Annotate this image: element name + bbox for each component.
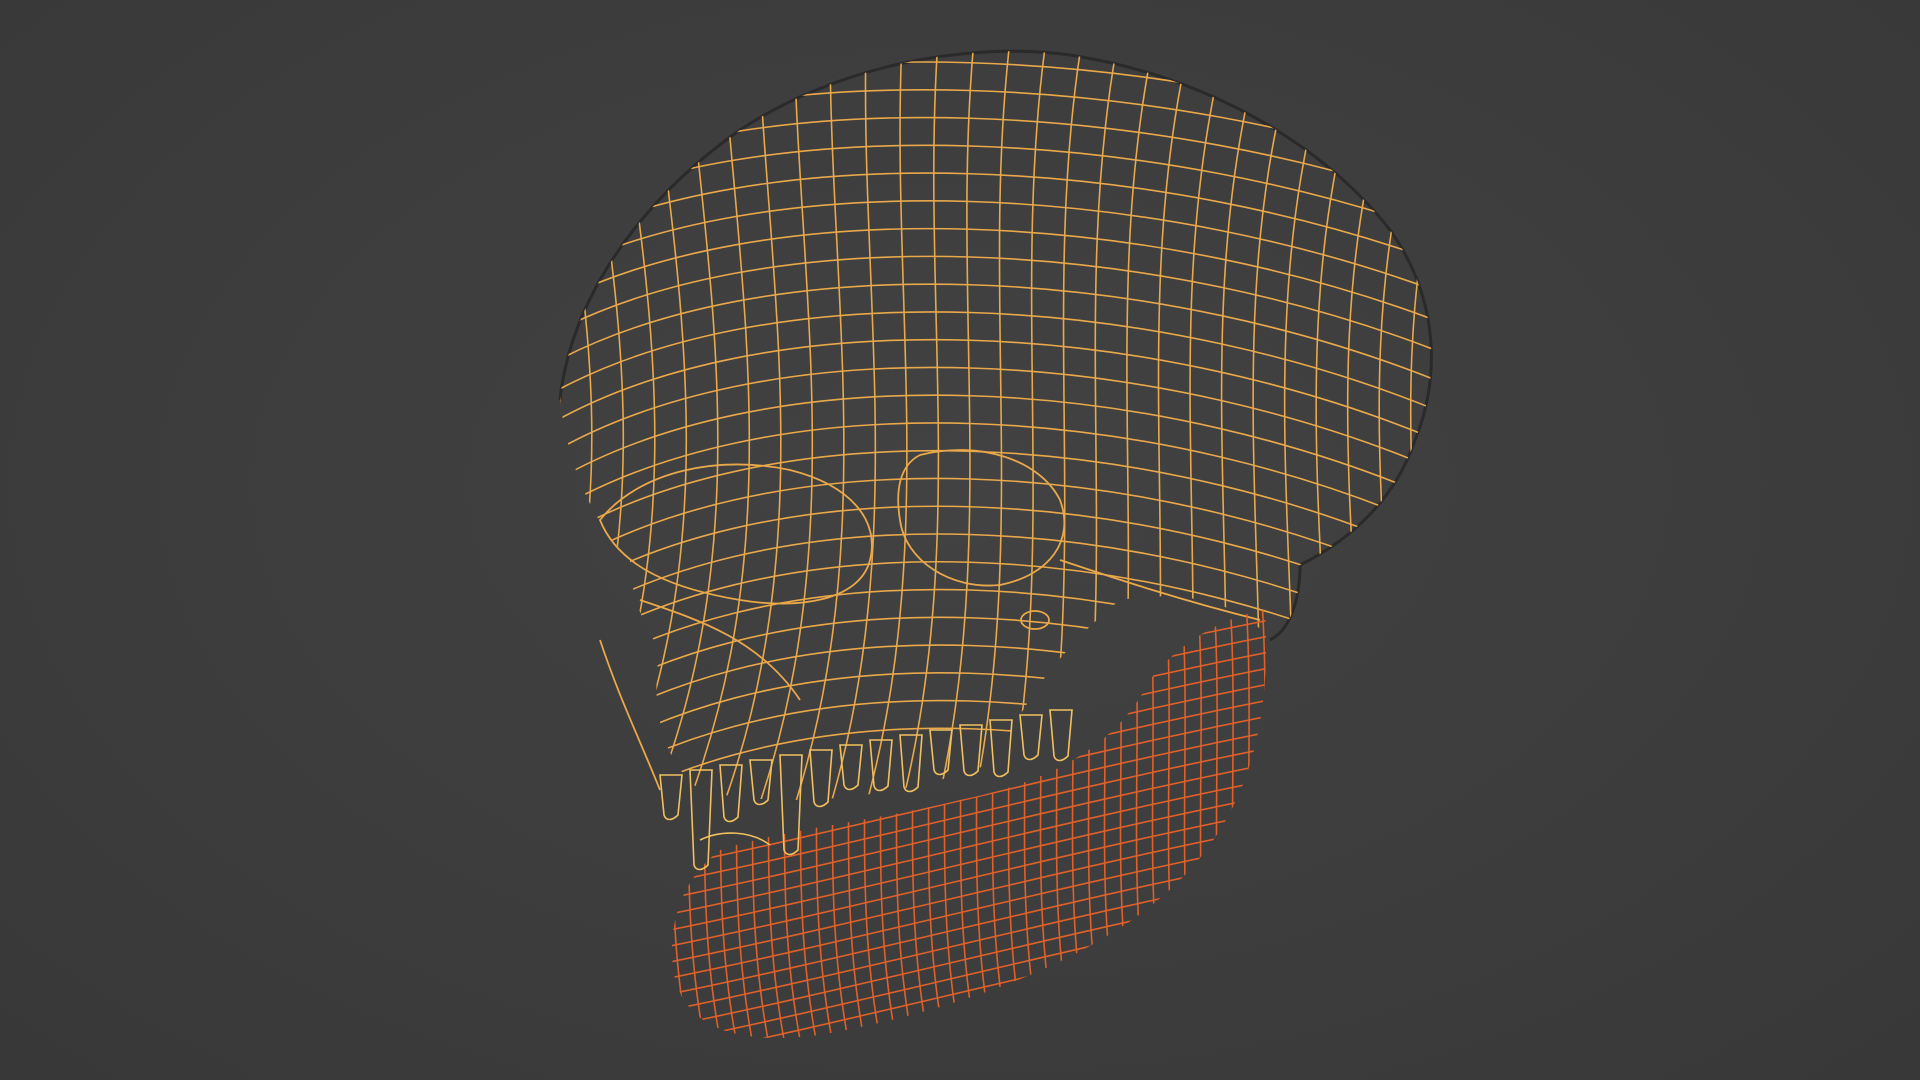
wireframe-skull-model[interactable] (0, 0, 1920, 1080)
cranium-outline (558, 49, 1433, 642)
3d-viewport[interactable] (0, 0, 1920, 1080)
mandible-wireframe (672, 610, 1267, 1038)
cranium-wireframe (560, 51, 1432, 800)
upper-teeth-wireframe (659, 709, 1073, 871)
